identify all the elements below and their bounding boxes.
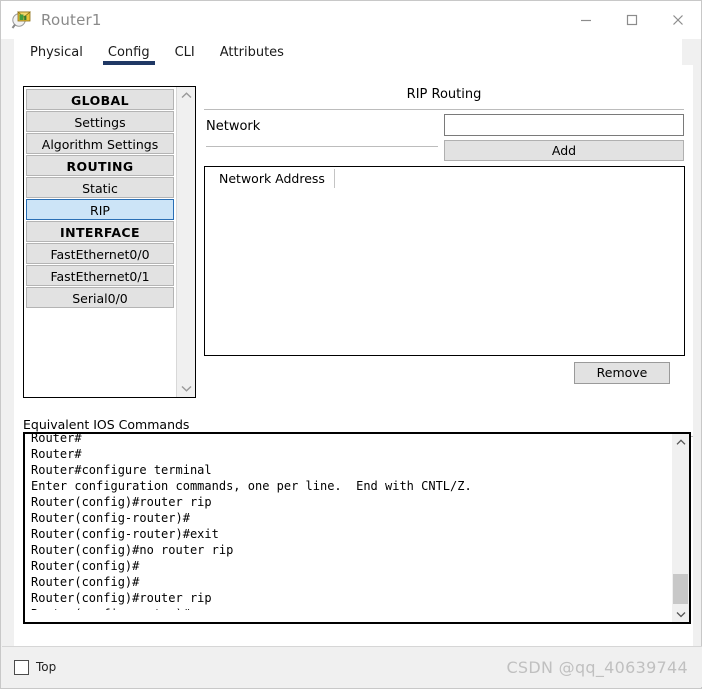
chevron-up-icon[interactable] — [672, 434, 689, 450]
chevron-down-icon[interactable] — [177, 380, 196, 397]
sidebar-section-routing: ROUTING — [26, 155, 174, 176]
table-header-row: Network Address — [205, 167, 684, 190]
minimize-icon — [581, 19, 591, 22]
sidebar-scrollbar[interactable] — [176, 87, 195, 397]
sidebar-item-algorithm-settings[interactable]: Algorithm Settings — [26, 133, 174, 154]
window-footer: Top CSDN @qq_40639744 — [2, 646, 702, 687]
sidebar-item-static[interactable]: Static — [26, 177, 174, 198]
window-controls — [563, 1, 701, 39]
ios-commands-label: Equivalent IOS Commands — [23, 417, 190, 432]
sidebar-item-serial0-0[interactable]: Serial0/0 — [26, 287, 174, 308]
ios-commands-box: Router# Router# Router#configure termina… — [23, 432, 691, 624]
network-row-divider — [206, 146, 438, 147]
router-config-window: Router1 Physical Config CLI Attributes G… — [0, 0, 702, 689]
sidebar-section-interface: INTERFACE — [26, 221, 174, 242]
rip-title-divider — [204, 109, 684, 110]
tab-strip: Physical Config CLI Attributes — [14, 39, 682, 65]
column-divider[interactable] — [334, 169, 335, 188]
maximize-icon — [626, 14, 638, 26]
packet-tracer-magnifier-icon — [11, 9, 33, 31]
window-title: Router1 — [41, 11, 102, 29]
column-header-network-address: Network Address — [219, 171, 325, 186]
tab-cli[interactable]: CLI — [166, 46, 204, 65]
maximize-button[interactable] — [609, 1, 655, 39]
remove-button[interactable]: Remove — [574, 362, 670, 384]
tab-physical[interactable]: Physical — [21, 46, 92, 65]
tab-attributes[interactable]: Attributes — [211, 46, 293, 65]
close-button[interactable] — [655, 1, 701, 39]
watermark: CSDN @qq_40639744 — [506, 657, 688, 677]
tab-strip-area: Physical Config CLI Attributes — [1, 39, 701, 65]
chevron-down-icon[interactable] — [672, 606, 689, 622]
tab-config[interactable]: Config — [99, 46, 159, 65]
network-input[interactable] — [444, 114, 684, 136]
sidebar-section-global: GLOBAL — [26, 89, 174, 110]
config-content-panel: GLOBAL Settings Algorithm Settings ROUTI… — [14, 65, 693, 648]
top-checkbox-label: Top — [36, 660, 57, 674]
rip-routing-title: RIP Routing — [406, 87, 482, 102]
chevron-up-icon[interactable] — [177, 87, 196, 104]
scrollbar-thumb[interactable] — [673, 574, 688, 604]
network-label: Network — [206, 119, 261, 134]
sidebar-item-fastethernet0-0[interactable]: FastEthernet0/0 — [26, 243, 174, 264]
add-button[interactable]: Add — [444, 140, 684, 161]
ios-commands-text: Router# Router# Router#configure termina… — [31, 432, 472, 610]
config-sidebar-list: GLOBAL Settings Algorithm Settings ROUTI… — [24, 87, 176, 397]
network-address-table[interactable]: Network Address — [204, 166, 685, 356]
sidebar-item-rip[interactable]: RIP — [26, 199, 174, 220]
title-bar: Router1 — [1, 1, 701, 39]
sidebar-item-fastethernet0-1[interactable]: FastEthernet0/1 — [26, 265, 174, 286]
ios-commands-scrollbar[interactable] — [672, 434, 689, 622]
sidebar-item-settings[interactable]: Settings — [26, 111, 174, 132]
minimize-button[interactable] — [563, 1, 609, 39]
top-checkbox[interactable] — [14, 659, 29, 675]
close-icon — [673, 15, 683, 25]
config-sidebar: GLOBAL Settings Algorithm Settings ROUTI… — [23, 86, 196, 398]
